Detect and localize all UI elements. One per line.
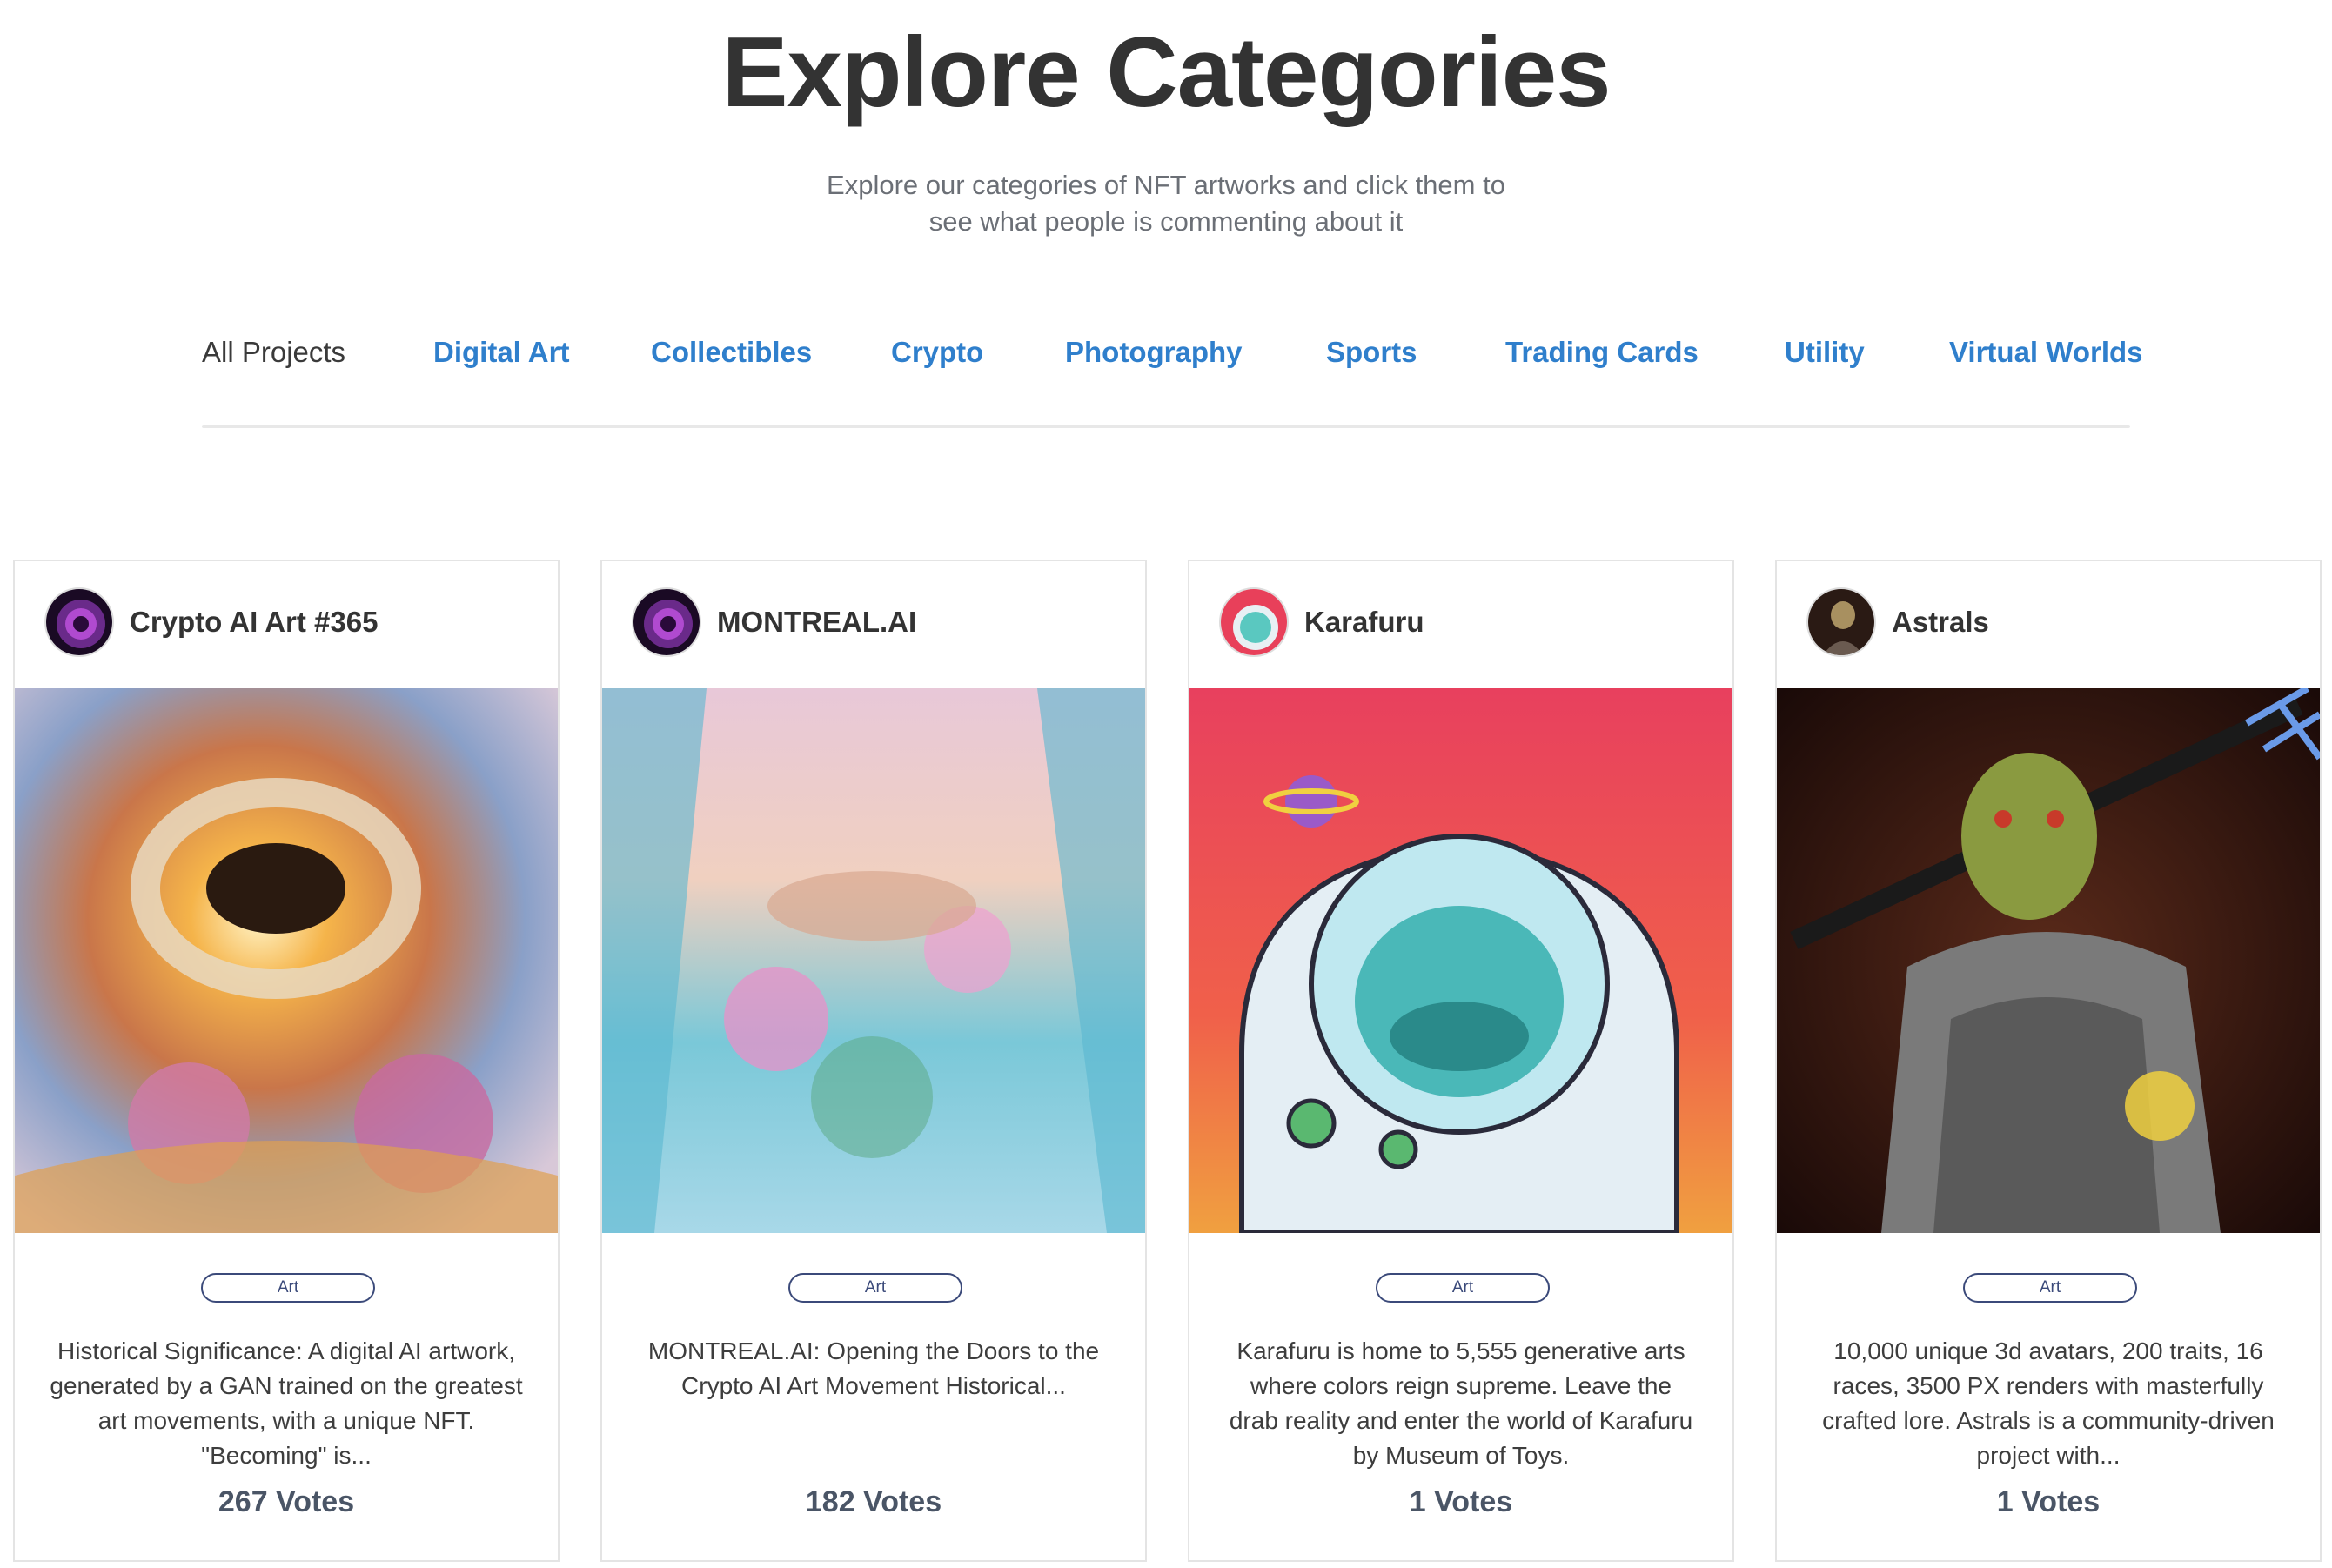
subtitle-line-2: see what people is commenting about it [928,206,1404,237]
tab-all-projects[interactable]: All Projects [202,331,345,374]
tab-photography[interactable]: Photography [1065,331,1243,374]
category-badge: Art [788,1273,962,1303]
tab-digital-art[interactable]: Digital Art [433,331,569,374]
card-description: Historical Significance: A digital AI ar… [50,1337,523,1469]
votes-count: 1 Votes [1409,1485,1513,1518]
avatar [632,587,701,657]
avatar [1219,587,1289,657]
card-title[interactable]: Karafuru [1304,603,1424,641]
card-title[interactable]: Astrals [1892,603,1989,641]
artwork-image[interactable] [602,688,1145,1233]
artwork-image[interactable] [1777,688,2320,1233]
page-title: Explore Categories [721,17,1611,128]
card-description: 10,000 unique 3d avatars, 200 traits, 16… [1822,1337,2275,1469]
category-badge: Art [1376,1273,1550,1303]
artwork-image[interactable] [15,688,558,1233]
card-header: Karafuru [1189,561,1732,688]
card-header: MONTREAL.AI [602,561,1145,688]
card-header: Astrals [1777,561,2320,688]
project-card[interactable]: Crypto AI Art #365 Art Historical Signif… [13,560,560,1562]
tab-virtual-worlds[interactable]: Virtual Worlds [1949,331,2143,374]
card-title[interactable]: MONTREAL.AI [717,603,916,641]
tabs-divider [202,425,2130,428]
page-subtitle: Explore our categories of NFT artworks a… [766,167,1566,240]
artwork-image[interactable] [1189,688,1732,1233]
avatar [44,587,114,657]
tab-crypto[interactable]: Crypto [891,331,983,374]
card-title[interactable]: Crypto AI Art #365 [130,603,378,641]
votes-count: 182 Votes [805,1485,942,1518]
tab-sports[interactable]: Sports [1326,331,1417,374]
project-card[interactable]: Karafuru Art Karafuru is home to 5,555 g… [1188,560,1734,1562]
tab-collectibles[interactable]: Collectibles [651,331,812,374]
category-badge: Art [201,1273,375,1303]
votes-count: 267 Votes [218,1485,355,1518]
card-header: Crypto AI Art #365 [15,561,558,688]
category-badge: Art [1963,1273,2137,1303]
tab-utility[interactable]: Utility [1785,331,1865,374]
card-description: MONTREAL.AI: Opening the Doors to the Cr… [647,1337,1100,1399]
card-description: Karafuru is home to 5,555 generative art… [1229,1337,1693,1469]
tab-trading-cards[interactable]: Trading Cards [1505,331,1699,374]
votes-count: 1 Votes [1996,1485,2101,1518]
avatar [1806,587,1876,657]
page: Explore Categories Explore our categorie… [0,0,2332,1568]
subtitle-line-1: Explore our categories of NFT artworks a… [827,170,1505,200]
category-tabs: All Projects Digital Art Collectibles Cr… [0,331,2332,374]
project-card[interactable]: MONTREAL.AI Art MONTREAL.AI: Opening the… [600,560,1147,1562]
project-card[interactable]: Astrals Art 10,000 unique 3d avatars, 20… [1775,560,2322,1562]
